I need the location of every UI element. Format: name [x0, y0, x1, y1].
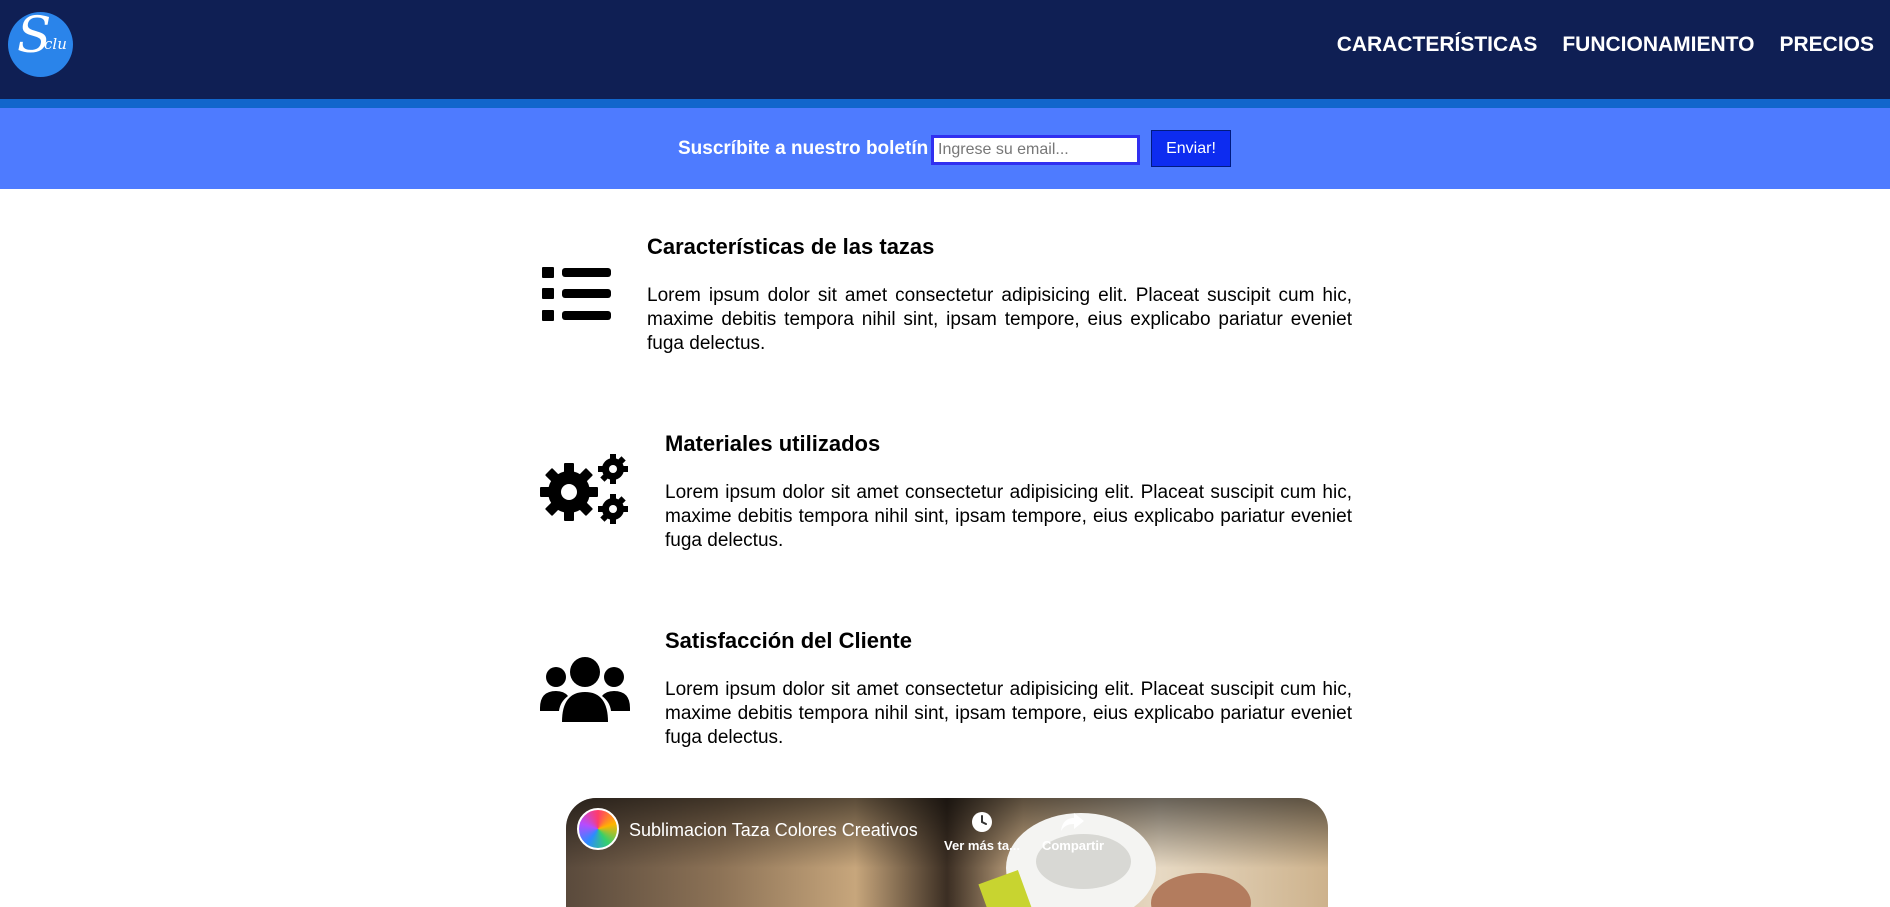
share-label: Compartir: [1041, 838, 1105, 853]
watch-later-label: Ver más ta...: [944, 838, 1020, 853]
header-accent-stripe: [0, 99, 1890, 108]
email-input[interactable]: [931, 135, 1140, 165]
video-embed[interactable]: Sublimacion Taza Colores Creativos Ver m…: [566, 798, 1328, 907]
site-header: S clu CARACTERÍSTICAS FUNCIONAMIENTO PRE…: [0, 0, 1890, 99]
main-nav: CARACTERÍSTICAS FUNCIONAMIENTO PRECIOS: [1337, 32, 1874, 58]
share-button[interactable]: Compartir: [1028, 810, 1118, 854]
newsletter-bar: Suscríbite a nuestro boletín Enviar!: [0, 108, 1890, 189]
feature-title: Características de las tazas: [647, 234, 935, 259]
feature-text: Lorem ipsum dolor sit amet consectetur a…: [665, 679, 1352, 748]
share-icon: [1061, 813, 1084, 831]
video-title[interactable]: Sublimacion Taza Colores Creativos: [629, 819, 918, 841]
feature-text: Lorem ipsum dolor sit amet consectetur a…: [647, 285, 1352, 354]
channel-avatar[interactable]: [577, 808, 619, 850]
feature-item: Características de las tazas Lorem ipsum…: [540, 230, 1352, 360]
gears-icon: [540, 454, 630, 529]
list-icon: [540, 265, 612, 328]
clock-icon: [972, 812, 992, 832]
logo-text: clu: [44, 35, 67, 53]
feature-text: Lorem ipsum dolor sit amet consectetur a…: [665, 482, 1352, 551]
video-frame-hand: [1151, 873, 1251, 907]
feature-title: Satisfacción del Cliente: [665, 628, 912, 653]
nav-precios[interactable]: PRECIOS: [1779, 32, 1874, 58]
feature-item: Materiales utilizados Lorem ipsum dolor …: [540, 427, 1352, 557]
users-icon: [540, 656, 630, 727]
subscribe-button[interactable]: Enviar!: [1151, 130, 1231, 167]
watch-later-button[interactable]: Ver más ta...: [937, 810, 1027, 854]
nav-funcionamiento[interactable]: FUNCIONAMIENTO: [1562, 32, 1754, 58]
site-logo[interactable]: S clu: [8, 12, 73, 77]
feature-title: Materiales utilizados: [665, 431, 881, 456]
nav-caracteristicas[interactable]: CARACTERÍSTICAS: [1337, 32, 1538, 58]
newsletter-label: Suscríbite a nuestro boletín: [678, 138, 929, 159]
feature-item: Satisfacción del Cliente Lorem ipsum dol…: [540, 624, 1352, 754]
